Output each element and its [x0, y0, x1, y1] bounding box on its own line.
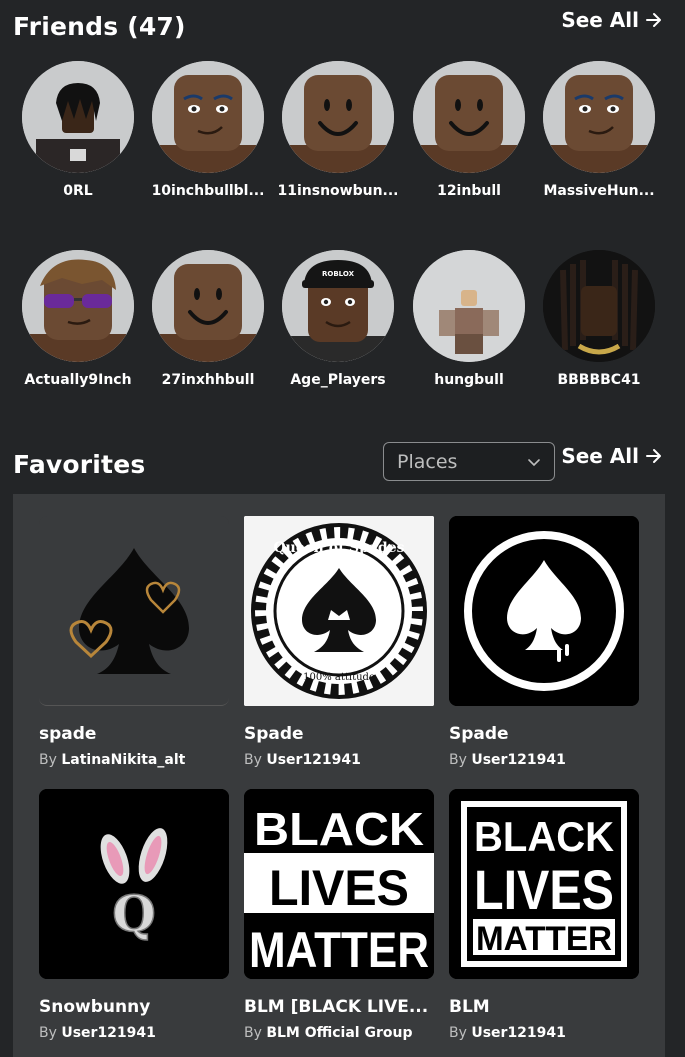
- by-label: By: [39, 1025, 57, 1041]
- blm-icon: BLACK LIVES MATTER: [244, 789, 434, 979]
- friend-name: 27inxhhbull: [161, 372, 255, 388]
- blm-line1: BLACK: [254, 803, 424, 855]
- favorites-title: Favorites: [13, 450, 146, 479]
- avatar-dreads-icon: [543, 250, 655, 362]
- cap-logo-text: ROBLOX: [322, 270, 355, 278]
- by-label: By: [244, 1025, 262, 1041]
- friend-name: 10inchbullbl...: [151, 183, 265, 199]
- dropdown-selected-value: Places: [397, 450, 458, 473]
- by-label: By: [244, 752, 262, 768]
- creator-link[interactable]: User121941: [471, 752, 566, 768]
- favorite-creator-line: By LatinaNikita_alt: [39, 752, 229, 768]
- arrow-right-icon: [646, 449, 661, 463]
- friend-tile[interactable]: BBBBBC41: [534, 250, 664, 388]
- blm-line2: LIVES: [474, 858, 614, 921]
- favorite-creator-line: By User121941: [244, 752, 434, 768]
- by-label: By: [449, 752, 467, 768]
- favorite-card[interactable]: spade By LatinaNikita_alt: [39, 516, 229, 768]
- favorite-creator-line: By User121941: [449, 1025, 639, 1041]
- attitude-text: 100% attitude: [303, 672, 375, 683]
- favorite-card[interactable]: Queen of Spades 100% attitude Spade By U…: [244, 516, 434, 768]
- creator-link[interactable]: LatinaNikita_alt: [61, 752, 185, 768]
- favorite-creator-line: By User121941: [39, 1025, 229, 1041]
- favorites-see-all-button[interactable]: See All: [561, 444, 663, 468]
- favorites-panel: spade By LatinaNikita_alt Queen of Spade…: [13, 494, 665, 1057]
- friend-name: Actually9Inch: [24, 372, 132, 388]
- by-label: By: [39, 752, 57, 768]
- friend-tile[interactable]: 11insnowbun...: [273, 61, 403, 199]
- avatar-glasses-icon: [22, 250, 134, 362]
- creator-link[interactable]: User121941: [266, 752, 361, 768]
- avatar-face-icon: [152, 61, 264, 173]
- friend-name: Age_Players: [290, 372, 386, 388]
- creator-link[interactable]: User121941: [61, 1025, 156, 1041]
- friend-tile[interactable]: ROBLOX Age_Players: [273, 250, 403, 388]
- favorites-header: Favorites See All: [0, 444, 685, 484]
- avatar-cap-icon: ROBLOX: [282, 250, 394, 362]
- queen-of-spades-text: Queen of Spades: [273, 540, 404, 556]
- avatar-smile-icon: [152, 250, 264, 362]
- spade-circle-icon: [449, 516, 639, 706]
- friends-title: Friends (47): [13, 12, 186, 41]
- creator-link[interactable]: BLM Official Group: [266, 1025, 412, 1041]
- friend-tile[interactable]: 10inchbullbl...: [143, 61, 273, 199]
- see-all-label: See All: [561, 8, 639, 32]
- creator-link[interactable]: User121941: [471, 1025, 566, 1041]
- favorite-name: BLM [BLACK LIVE...: [244, 997, 429, 1017]
- bunny-q-icon: Q: [39, 789, 229, 979]
- avatar-face-icon: [543, 61, 655, 173]
- blm-line2: LIVES: [269, 860, 409, 916]
- avatar-fullbody-icon: [413, 250, 525, 362]
- friend-name: 11insnowbun...: [277, 183, 399, 199]
- blm-line3: MATTER: [249, 922, 429, 978]
- avatar-smile-icon: [413, 61, 525, 173]
- friend-name: hungbull: [434, 372, 504, 388]
- friend-name: MassiveHun...: [543, 183, 655, 199]
- favorite-name: Spade: [449, 724, 509, 744]
- friend-name: 12inbull: [437, 183, 501, 199]
- favorite-card[interactable]: BLACK LIVES MATTER BLM [BLACK LIVE... By…: [244, 789, 434, 1041]
- friends-see-all-button[interactable]: See All: [561, 8, 663, 32]
- avatar-smile-icon: [282, 61, 394, 173]
- favorite-card[interactable]: Spade By User121941: [449, 516, 639, 768]
- friend-tile[interactable]: 12inbull: [404, 61, 534, 199]
- queen-of-spades-icon: Queen of Spades 100% attitude: [244, 516, 434, 706]
- favorite-name: spade: [39, 724, 97, 744]
- favorites-filter-dropdown[interactable]: Places: [383, 442, 555, 481]
- blm-line1: BLACK: [474, 813, 614, 860]
- q-letter: Q: [112, 884, 156, 943]
- favorite-name: BLM: [449, 997, 490, 1017]
- friend-tile[interactable]: 27inxhhbull: [143, 250, 273, 388]
- favorite-creator-line: By BLM Official Group: [244, 1025, 434, 1041]
- favorite-name: Spade: [244, 724, 304, 744]
- friend-tile[interactable]: hungbull: [404, 250, 534, 388]
- arrow-right-icon: [646, 13, 661, 27]
- friends-header: Friends (47) See All: [0, 8, 685, 48]
- friend-tile[interactable]: Actually9Inch: [13, 250, 143, 388]
- favorite-card[interactable]: BLACK LIVES MATTER BLM By User121941: [449, 789, 639, 1041]
- blm-icon: BLACK LIVES MATTER: [449, 789, 639, 979]
- by-label: By: [449, 1025, 467, 1041]
- favorite-card[interactable]: Q Snowbunny By User121941: [39, 789, 229, 1041]
- favorite-creator-line: By User121941: [449, 752, 639, 768]
- friend-tile[interactable]: 0RL: [13, 61, 143, 199]
- chevron-down-icon: [528, 458, 540, 466]
- see-all-label: See All: [561, 444, 639, 468]
- friend-name: BBBBBC41: [557, 372, 641, 388]
- spade-hearts-icon: [39, 516, 229, 706]
- avatar-dreads-icon: [22, 61, 134, 173]
- friend-tile[interactable]: MassiveHun...: [534, 61, 664, 199]
- favorite-name: Snowbunny: [39, 997, 151, 1017]
- friend-name: 0RL: [63, 183, 93, 199]
- blm-line3: MATTER: [476, 920, 612, 958]
